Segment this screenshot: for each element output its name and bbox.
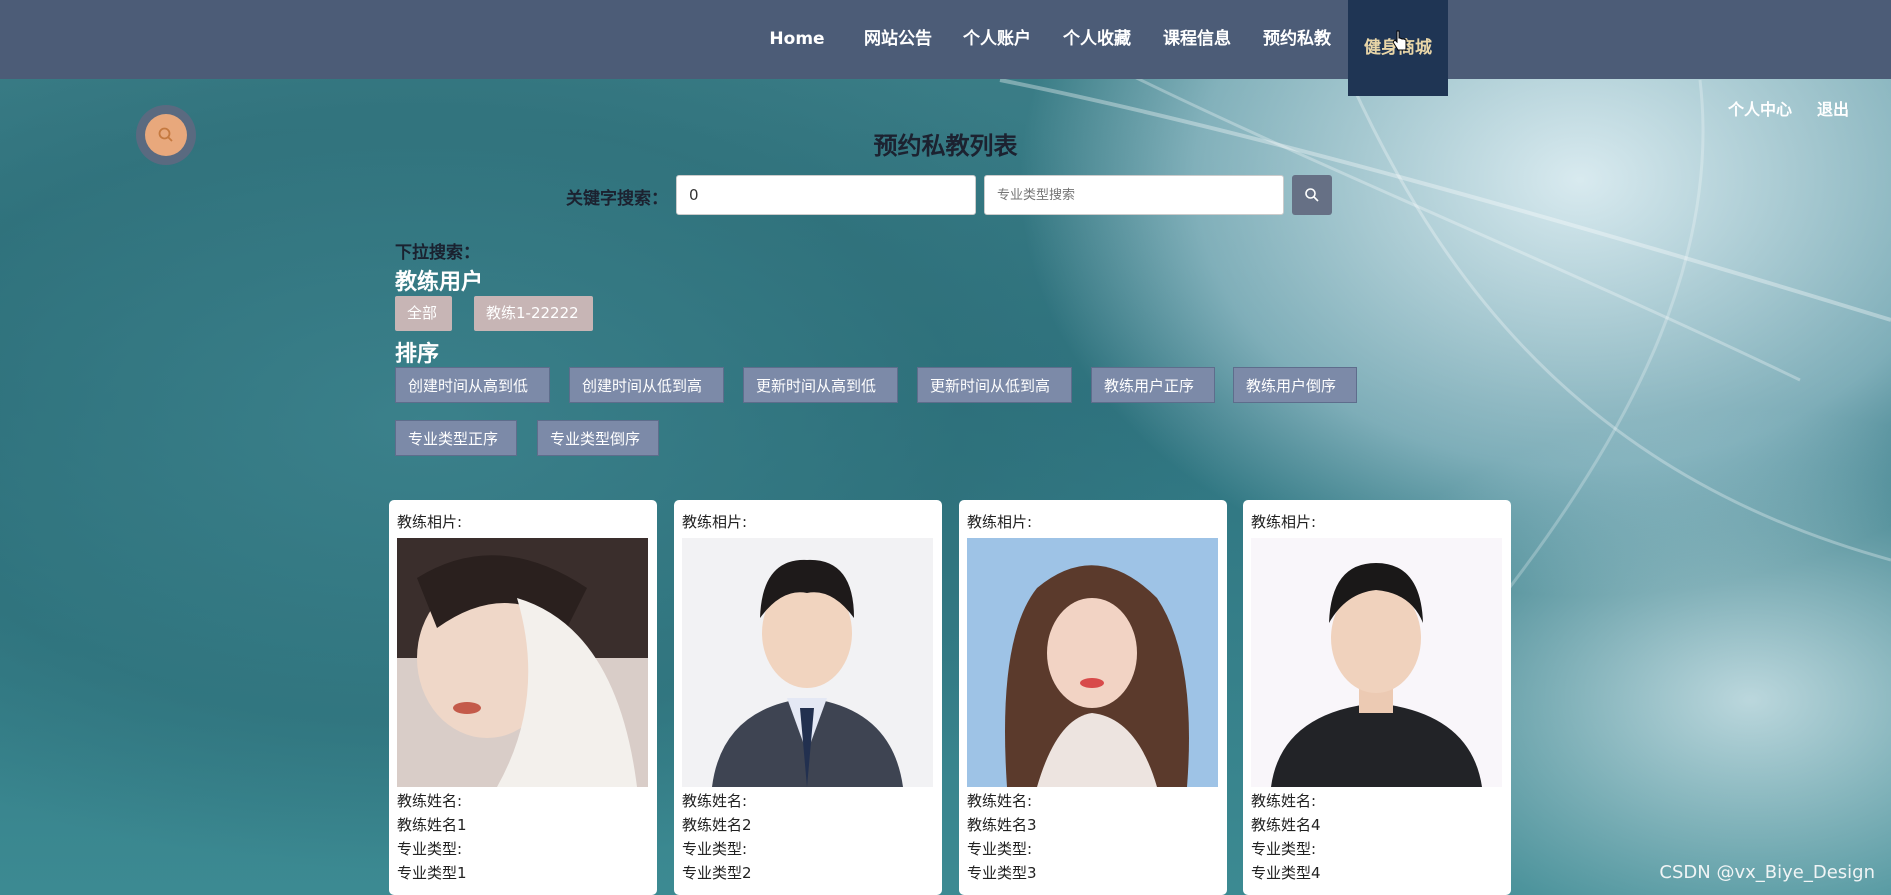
trainer-name: 教练姓名4 [1251,816,1321,834]
keyword-search-label: 关键字搜索： [566,189,668,209]
sort-created-desc-button[interactable]: 创建时间从高到低 [395,367,550,403]
trainer-name: 教练姓名3 [967,816,1037,834]
trainer-type: 专业类型1 [397,864,467,882]
nav-account[interactable]: 个人账户 [956,0,1038,79]
type-search-input[interactable] [984,175,1284,215]
trainer-name: 教练姓名2 [682,816,752,834]
photo-label: 教练相片: [967,513,1033,531]
trainer-type: 专业类型3 [967,864,1037,882]
nav-home[interactable]: Home [758,0,836,79]
dropdown-search-label: 下拉搜索： [395,243,480,263]
page-title: 预约私教列表 [873,132,1018,160]
photo-label: 教练相片: [682,513,748,531]
user-center-link[interactable]: 个人中心 [1728,96,1792,120]
type-label: 专业类型: [682,840,748,858]
nav-courses[interactable]: 课程信息 [1156,0,1238,79]
trainer-card[interactable]: 教练相片: 教练姓名: 教练姓名4 专业类型: 专业类型4 [1243,500,1511,895]
search-button[interactable] [1292,175,1332,215]
sort-type-desc-button[interactable]: 专业类型倒序 [537,420,659,456]
sort-coach-desc-button[interactable]: 教练用户倒序 [1233,367,1357,403]
trainer-photo[interactable] [397,538,648,787]
sort-title: 排序 [395,342,440,367]
type-label: 专业类型: [967,840,1033,858]
trainer-type: 专业类型4 [1251,864,1321,882]
coach-filter-title: 教练用户 [395,270,484,295]
sort-updated-desc-button[interactable]: 更新时间从高到低 [743,367,898,403]
type-label: 专业类型: [397,840,463,858]
sort-type-asc-button[interactable]: 专业类型正序 [395,420,517,456]
logout-link[interactable]: 退出 [1817,96,1849,120]
nav-favorites[interactable]: 个人收藏 [1056,0,1138,79]
trainer-photo[interactable] [682,538,933,787]
name-label: 教练姓名: [1251,792,1317,810]
name-label: 教练姓名: [682,792,748,810]
coach-filter-all[interactable]: 全部 [395,296,452,331]
trainer-photo[interactable] [967,538,1218,787]
search-icon [1305,188,1319,202]
type-label: 专业类型: [1251,840,1317,858]
sort-created-asc-button[interactable]: 创建时间从低到高 [569,367,724,403]
trainer-photo[interactable] [1251,538,1502,787]
trainer-name: 教练姓名1 [397,816,467,834]
sort-coach-asc-button[interactable]: 教练用户正序 [1091,367,1215,403]
sort-updated-asc-button[interactable]: 更新时间从低到高 [917,367,1072,403]
watermark: CSDN @vx_Biye_Design [1659,862,1875,883]
photo-label: 教练相片: [1251,513,1317,531]
keyword-search-input[interactable] [676,175,976,215]
nav-announcements[interactable]: 网站公告 [856,0,940,79]
photo-label: 教练相片: [397,513,463,531]
name-label: 教练姓名: [967,792,1033,810]
trainer-card[interactable]: 教练相片: 教练姓名: 教练姓名1 专业类型: 专业类型1 [389,500,657,895]
coach-filter-coach1[interactable]: 教练1-22222 [474,296,593,331]
top-navbar: Home 网站公告 个人账户 个人收藏 课程信息 预约私教 健身商城 [0,0,1891,96]
nav-book-trainer[interactable]: 预约私教 [1256,0,1338,79]
trainer-card[interactable]: 教练相片: 教练姓名: 教练姓名2 专业类型: 专业类型2 [674,500,942,895]
trainer-card[interactable]: 教练相片: 教练姓名: 教练姓名3 专业类型: 专业类型3 [959,500,1227,895]
hand-cursor-icon [1392,30,1407,51]
trainer-type: 专业类型2 [682,864,752,882]
name-label: 教练姓名: [397,792,463,810]
